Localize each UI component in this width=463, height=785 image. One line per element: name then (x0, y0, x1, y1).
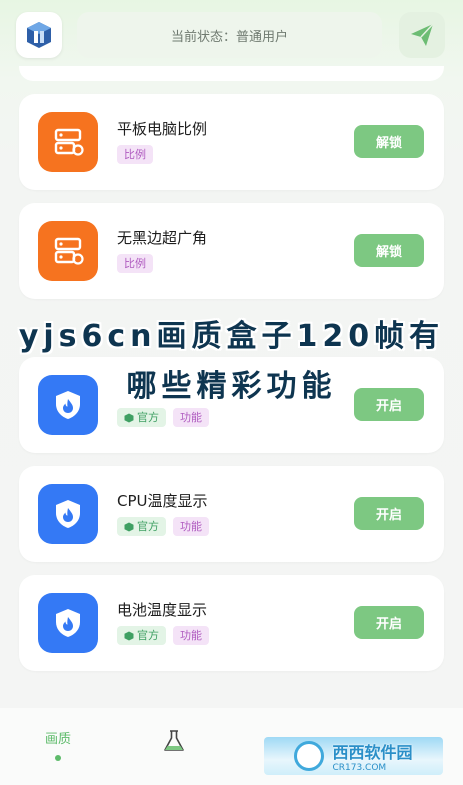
feature-title: CPU温度显示 (117, 492, 208, 510)
active-indicator-dot (55, 755, 61, 761)
tag-feature: 功能 (173, 626, 209, 645)
feature-title: 电池温度显示 (117, 601, 208, 619)
tag-official: 官方 (117, 626, 166, 645)
server-cog-icon (38, 112, 98, 172)
previous-card-edge (19, 66, 444, 81)
top-bar: 当前状态：普通用户 (0, 0, 463, 75)
user-status-field: 当前状态：普通用户 (77, 12, 382, 58)
cube-icon (124, 631, 134, 640)
tag-ratio: 比例 (117, 145, 153, 164)
user-status-text: 当前状态：普通用户 (170, 29, 288, 45)
overlay-caption-line2: 哪些精彩功能 (126, 369, 337, 404)
enable-button[interactable]: 开启 (354, 606, 424, 639)
watermark-logo-icon (294, 741, 325, 771)
feature-title: 无黑边超广角 (117, 229, 208, 247)
unlock-button[interactable]: 解锁 (354, 125, 424, 158)
enable-button[interactable]: 开启 (354, 497, 424, 530)
watermark-sub: CR173.COM (332, 763, 387, 773)
tag-official-label: 官方 (137, 520, 159, 533)
feature-card-ultrawide: 无黑边超广角 比例 解锁 (19, 203, 444, 299)
tag-feature: 功能 (173, 517, 209, 536)
shield-flame-icon (38, 593, 98, 653)
flask-icon (164, 730, 184, 751)
overlay-caption-line1: yjs6cn画质盒子120帧有 (18, 319, 445, 354)
site-watermark: 西西软件园 CR173.COM (264, 737, 443, 775)
nav-item-quality[interactable]: 画质 (18, 728, 98, 761)
nav-item-lab[interactable] (134, 728, 214, 758)
nav-label-quality: 画质 (44, 732, 71, 747)
server-cog-icon (38, 221, 98, 281)
feature-card-battery-temp: 电池温度显示 官方 功能 开启 (19, 575, 444, 671)
tag-official: 官方 (117, 517, 166, 536)
shield-flame-icon (38, 484, 98, 544)
tag-official-label: 官方 (137, 629, 159, 642)
paper-plane-icon (411, 23, 434, 46)
send-button[interactable] (399, 12, 445, 58)
app-logo-button[interactable] (16, 12, 62, 58)
feature-card-cpu-temp: CPU温度显示 官方 功能 开启 (19, 466, 444, 562)
unlock-button[interactable]: 解锁 (354, 234, 424, 267)
app-logo-icon (27, 22, 51, 48)
overlay-caption: yjs6cn画质盒子120帧有 哪些精彩功能 (0, 312, 463, 412)
cube-icon (124, 522, 134, 531)
feature-card-tablet-ratio: 平板电脑比例 比例 解锁 (19, 94, 444, 190)
cube-icon (124, 413, 134, 422)
watermark-text: 西西软件园 (332, 743, 413, 762)
feature-title: 平板电脑比例 (117, 120, 208, 138)
tag-ratio: 比例 (117, 254, 153, 273)
